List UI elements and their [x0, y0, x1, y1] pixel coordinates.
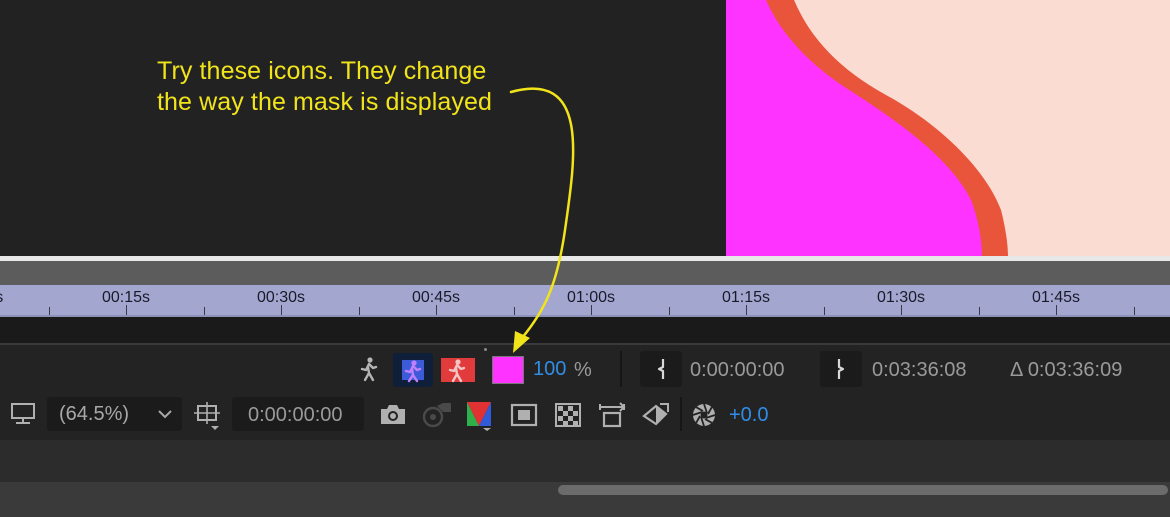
composition-viewer: Try these icons. They change the way the… — [0, 0, 1170, 256]
mask-color-swatch[interactable] — [492, 356, 524, 384]
mask-opacity-value[interactable]: 100 — [533, 358, 566, 381]
region-of-interest-icon[interactable] — [192, 400, 224, 432]
fast-previews-icon[interactable] — [640, 400, 672, 430]
viewer-toolbar: (64.5%) 0:00:00:00 +0.0 — [0, 395, 1170, 437]
panel-header-bar — [0, 261, 1170, 285]
running-man-icon[interactable] — [359, 356, 379, 382]
duration-time: Δ 0:03:36:09 — [1010, 359, 1123, 381]
ruler-tick-minor — [204, 307, 205, 315]
mask-mode-blue-button[interactable] — [393, 353, 433, 387]
toolbar-divider — [680, 397, 682, 431]
set-out-point-button[interactable] — [820, 351, 862, 387]
ruler-tick-major — [126, 305, 127, 315]
ruler-tick-minor — [824, 307, 825, 315]
show-snapshot-icon[interactable] — [421, 401, 455, 429]
camera-icon[interactable] — [378, 402, 408, 428]
ruler-tick-minor — [359, 307, 360, 315]
in-point-time[interactable]: 0:00:00:00 — [690, 359, 785, 382]
ruler-tick-minor — [514, 307, 515, 315]
annotation-line-2: the way the mask is displayed — [157, 88, 493, 116]
figure-blue-icon — [402, 360, 424, 383]
horizontal-scrollbar[interactable] — [558, 485, 1168, 495]
in-bracket-icon — [657, 359, 665, 379]
transparency-grid-icon[interactable] — [555, 403, 581, 427]
ruler-tick-minor — [979, 307, 980, 315]
ruler-tick-minor — [669, 307, 670, 315]
out-point-time[interactable]: 0:03:36:08 — [872, 359, 967, 382]
mask-opacity-unit: % — [574, 359, 592, 381]
exposure-aperture-icon[interactable] — [690, 401, 718, 429]
ruler-tick-minor — [1134, 307, 1135, 315]
ruler-tick-major — [281, 305, 282, 315]
ruler-tick-minor — [49, 307, 50, 315]
current-time-field[interactable]: 0:00:00:00 — [232, 397, 364, 431]
3d-view-icon[interactable] — [596, 400, 628, 430]
ruler-tick-label-partial: s — [0, 289, 3, 307]
work-area-bar[interactable] — [0, 317, 1170, 344]
out-bracket-icon — [837, 359, 845, 379]
chevron-down-icon — [158, 410, 172, 419]
current-time-value: 0:00:00:00 — [248, 404, 343, 426]
magnification-value: (64.5%) — [59, 403, 130, 425]
ruler-tick-major — [1056, 305, 1057, 315]
exposure-value[interactable]: +0.0 — [729, 404, 768, 427]
ruler-tick-major — [436, 305, 437, 315]
composition-preview — [726, 0, 1170, 256]
ruler-tick-major — [901, 305, 902, 315]
figure-red-icon[interactable] — [441, 356, 475, 384]
timeline-panel-header — [0, 440, 1170, 482]
channel-rgb-icon[interactable] — [465, 400, 495, 432]
time-ruler[interactable]: 00:15s 00:30s 00:45s 01:00s 01:15s 01:30s 01:4… — [0, 285, 1170, 317]
ruler-tick-major — [746, 305, 747, 315]
magnification-dropdown[interactable]: (64.5%) — [47, 397, 182, 431]
set-in-point-button[interactable] — [640, 351, 682, 387]
monitor-icon[interactable] — [10, 402, 36, 426]
annotation-line-1: Try these icons. They change — [157, 57, 487, 85]
toggle-mask-visibility-icon[interactable] — [510, 402, 538, 428]
mask-toolbar: 100 % 0:00:00:00 0:03:36:08 Δ 0:03:36:09 — [0, 345, 1170, 395]
ruler-tick-major — [591, 305, 592, 315]
toolbar-divider — [620, 351, 622, 387]
swatch-indicator-dot — [484, 348, 487, 351]
annotation-text: Try these icons. They change the way the… — [157, 56, 492, 118]
